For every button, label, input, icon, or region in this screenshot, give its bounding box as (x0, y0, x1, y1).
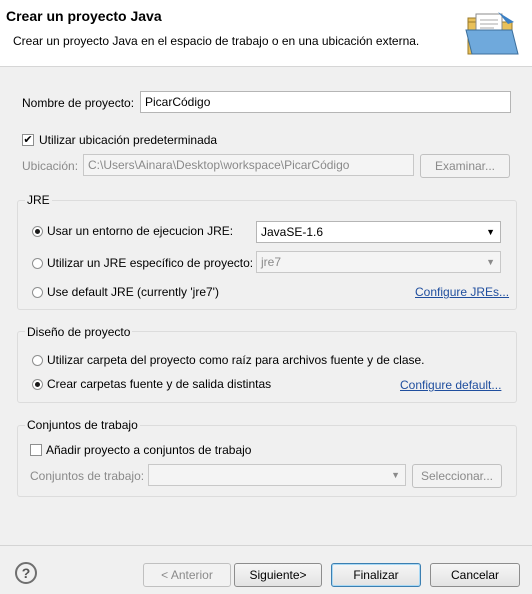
help-icon[interactable]: ? (15, 562, 37, 584)
working-sets-group-title: Conjuntos de trabajo (25, 418, 140, 432)
jre-execution-env-radio[interactable] (32, 226, 43, 237)
layout-project-root-label: Utilizar carpeta del proyecto como raíz … (47, 353, 425, 367)
execution-env-combo[interactable]: JavaSE-1.6 ▼ (256, 221, 501, 243)
jre-default-radio[interactable] (32, 287, 43, 298)
jre-group-title: JRE (25, 193, 52, 207)
wizard-header: Crear un proyecto Java Crear un proyecto… (0, 0, 532, 67)
configure-jres-link[interactable]: Configure JREs... (415, 285, 509, 299)
chevron-down-icon: ▼ (391, 470, 400, 480)
project-layout-group-title: Diseño de proyecto (25, 325, 133, 339)
use-default-location-label: Utilizar ubicación predeterminada (39, 133, 218, 147)
layout-separate-folders-label: Crear carpetas fuente y de salida distin… (47, 377, 272, 391)
add-working-sets-label: Añadir proyecto a conjuntos de trabajo (46, 443, 252, 457)
location-label: Ubicación: (22, 159, 79, 173)
add-working-sets-checkbox[interactable] (30, 444, 42, 456)
select-working-sets-button[interactable]: Seleccionar... (412, 464, 502, 488)
execution-env-value: JavaSE-1.6 (261, 225, 324, 239)
next-button[interactable]: Siguiente> (234, 563, 322, 587)
project-name-label: Nombre de proyecto: (22, 96, 135, 110)
chevron-down-icon: ▼ (486, 257, 495, 267)
jre-default-label: Use default JRE (currently 'jre7') (47, 285, 219, 299)
back-button[interactable]: < Anterior (143, 563, 231, 587)
page-title: Crear un proyecto Java (6, 8, 162, 24)
browse-button[interactable]: Examinar... (420, 154, 510, 178)
cancel-button[interactable]: Cancelar (430, 563, 520, 587)
help-glyph: ? (21, 565, 31, 581)
project-jre-combo[interactable]: jre7 ▼ (256, 251, 501, 273)
project-jre-value: jre7 (261, 255, 282, 269)
working-sets-combo[interactable]: ▼ (148, 464, 406, 486)
layout-project-root-radio[interactable] (32, 355, 43, 366)
jre-project-specific-radio[interactable] (32, 258, 43, 269)
page-subtitle: Crear un proyecto Java en el espacio de … (13, 34, 420, 48)
footer-divider (0, 545, 532, 546)
working-sets-label: Conjuntos de trabajo: (30, 469, 145, 483)
chevron-down-icon: ▼ (486, 227, 495, 237)
jre-project-specific-label: Utilizar un JRE específico de proyecto: (47, 256, 254, 270)
jre-execution-env-label: Usar un entorno de ejecucion JRE: (47, 224, 234, 238)
project-name-input[interactable]: PicarCódigo (140, 91, 511, 113)
configure-default-link[interactable]: Configure default... (400, 378, 501, 392)
layout-separate-folders-radio[interactable] (32, 379, 43, 390)
finish-button[interactable]: Finalizar (331, 563, 421, 587)
use-default-location-checkbox[interactable]: ✔ (22, 134, 34, 146)
project-layout-group (17, 331, 517, 403)
folder-icon (462, 8, 522, 60)
location-input[interactable]: C:\Users\Ainara\Desktop\workspace\PicarC… (83, 154, 414, 176)
checkmark-icon: ✔ (23, 133, 33, 146)
